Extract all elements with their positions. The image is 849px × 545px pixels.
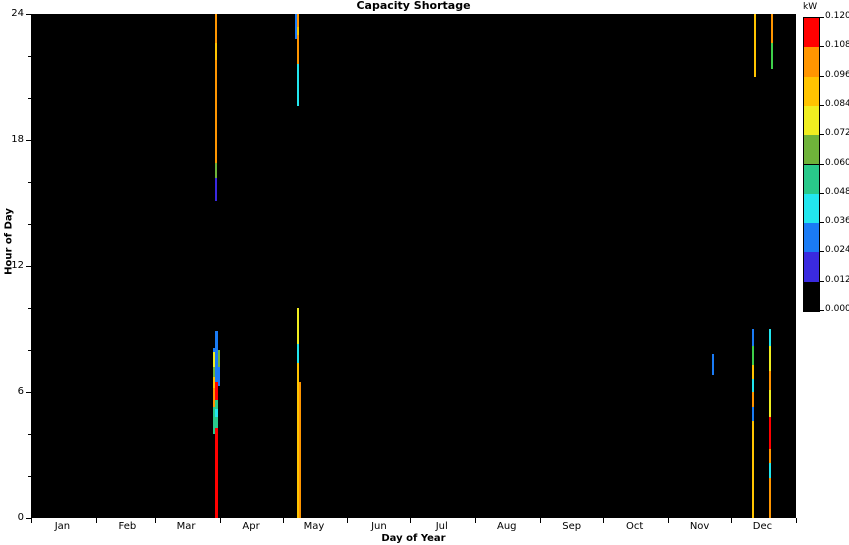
figure-root: Capacity Shortage Hour of Day 0 6 12 18 24 J… <box>0 0 849 545</box>
chart-title: Capacity Shortage <box>356 0 471 12</box>
y-tick-label: 0 <box>17 512 24 523</box>
colorbar-tick <box>819 163 824 165</box>
y-tick-label: 12 <box>11 260 24 271</box>
x-tick <box>796 518 797 523</box>
heatmap-cell <box>215 43 218 61</box>
colorbar-band <box>804 193 819 224</box>
heatmap-cell <box>768 509 771 518</box>
colorbar-tick-label: 0.048 <box>825 186 849 197</box>
colorbar-band <box>804 164 819 194</box>
colorbar-tick <box>819 251 824 253</box>
colorbar-tick <box>819 192 824 194</box>
colorbar-tick-label: 0.024 <box>825 245 849 256</box>
heatmap-cell <box>712 354 715 376</box>
heatmap-plot-area[interactable] <box>31 14 796 518</box>
colorbar-band <box>804 47 819 77</box>
x-tick-label: Jul <box>435 521 448 532</box>
colorbar-band <box>804 281 819 311</box>
heatmap-column <box>712 14 715 518</box>
heatmap-column <box>770 14 773 518</box>
heatmap-cell <box>299 381 302 518</box>
colorbar <box>803 17 820 312</box>
x-axis-label: Day of Year <box>381 533 446 544</box>
x-tick-label: Feb <box>118 521 137 532</box>
colorbar-band <box>804 135 819 165</box>
colorbar-band <box>804 105 819 136</box>
y-axis-label: Hour of Day <box>3 208 15 275</box>
colorbar-tick <box>819 280 824 282</box>
colorbar-tick-label: 0.060 <box>825 157 849 168</box>
colorbar-tick <box>819 46 824 48</box>
colorbar-tick <box>819 104 824 106</box>
colorbar-tick-label: 0.108 <box>825 40 849 51</box>
colorbar-band <box>804 252 819 282</box>
colorbar-band <box>804 18 819 48</box>
colorbar-tick <box>819 134 824 136</box>
y-tick-label: 18 <box>11 134 24 145</box>
heatmap-cell <box>215 14 218 44</box>
heatmap-cell <box>217 366 220 386</box>
heatmap-cell <box>754 14 757 77</box>
colorbar-tick-label: 0.084 <box>825 98 849 109</box>
colorbar-band <box>804 223 819 253</box>
colorbar-title: kW <box>803 2 818 12</box>
colorbar-tick-label: 0.036 <box>825 216 849 227</box>
y-tick-label: 6 <box>17 386 24 397</box>
heatmap-column <box>215 14 218 518</box>
colorbar-tick <box>819 17 824 18</box>
x-tick-label: Oct <box>625 521 644 532</box>
heatmap-cell <box>770 14 773 44</box>
heatmap-cell <box>217 350 220 367</box>
x-tick-label: Jun <box>371 521 387 532</box>
colorbar-tick-label: 0.096 <box>825 69 849 80</box>
x-tick-label: May <box>303 521 325 532</box>
colorbar-band <box>804 76 819 106</box>
x-tick-label: Mar <box>176 521 196 532</box>
x-tick-label: Jan <box>54 521 71 532</box>
x-tick-label: Dec <box>752 521 773 532</box>
colorbar-tick-label: 0.072 <box>825 128 849 139</box>
x-tick-label: Sep <box>562 521 582 532</box>
colorbar-tick-label: 0.000 <box>825 304 849 314</box>
heatmap-cell <box>215 177 218 201</box>
colorbar-tick <box>819 310 824 311</box>
heatmap-column <box>754 14 757 518</box>
heatmap-cell <box>215 60 218 164</box>
heatmap-column <box>217 14 220 518</box>
colorbar-tick-label: 0.120 <box>825 11 849 21</box>
x-tick-label: Apr <box>242 521 260 532</box>
heatmap-cell <box>770 43 773 69</box>
colorbar-tick-label: 0.012 <box>825 274 849 285</box>
x-tick-label: Nov <box>689 521 710 532</box>
heatmap-cell <box>215 163 218 178</box>
heatmap-column <box>299 14 302 518</box>
y-tick-label: 24 <box>11 8 24 19</box>
colorbar-tick <box>819 222 824 224</box>
heatmap-column <box>768 14 771 518</box>
x-tick-label: Aug <box>497 521 517 532</box>
colorbar-tick <box>819 75 824 77</box>
